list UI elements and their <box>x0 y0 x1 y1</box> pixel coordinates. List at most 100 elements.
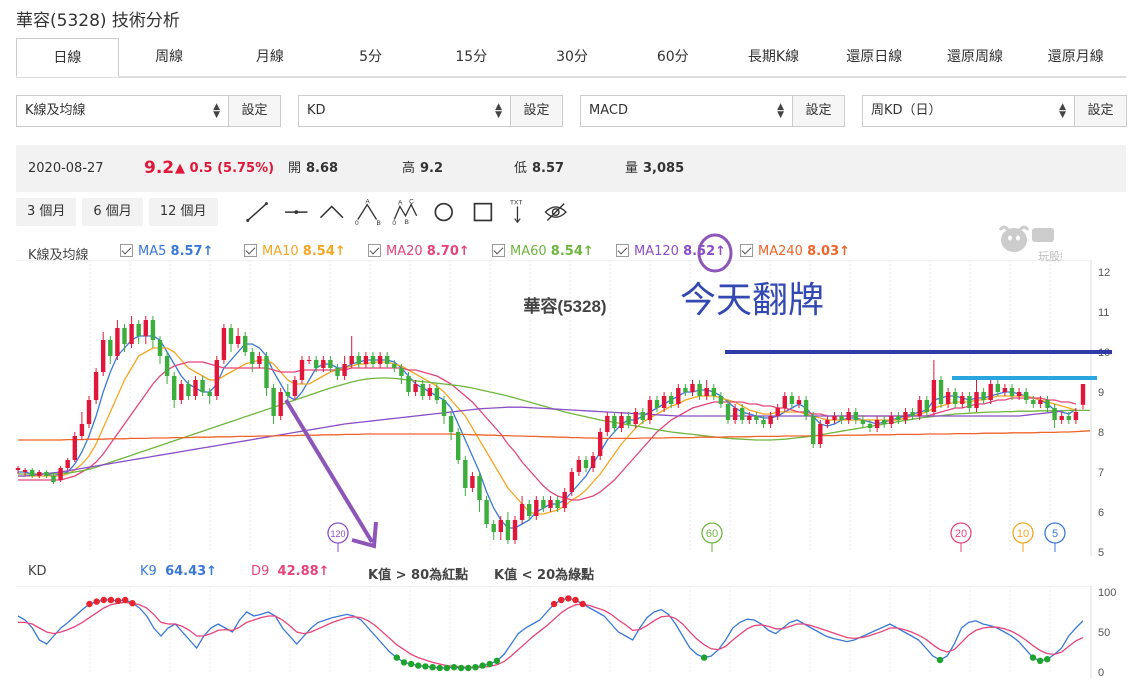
oversold-dot <box>443 664 451 672</box>
tab-9[interactable]: 還原周線 <box>924 38 1026 77</box>
indicator-select[interactable]: KD ▲ ▼ <box>298 95 510 127</box>
settings-button[interactable]: 設定 <box>1074 95 1127 127</box>
triangle-abc-tool-icon[interactable]: A 0 B <box>354 199 382 227</box>
candle <box>257 352 262 368</box>
oversold-dot <box>450 664 458 671</box>
tab-2[interactable]: 月線 <box>219 38 321 77</box>
svg-text:10: 10 <box>1017 528 1029 540</box>
oversold-dot <box>393 654 401 661</box>
volume-value: 3,085 <box>643 161 685 176</box>
period-tabs: 日線 周線 月線 5分 15分 30分 60分 長期K線 還原日線 還原周線 還原月線 <box>16 38 1127 78</box>
pattern-abcd-tool-icon[interactable]: A C 0 B <box>391 199 419 227</box>
select-caret-icon: ▲ ▼ <box>777 102 784 120</box>
tab-5[interactable]: 30分 <box>521 38 623 77</box>
settings-button[interactable]: 設定 <box>792 95 845 127</box>
tab-7[interactable]: 長期K線 <box>723 38 824 77</box>
annotation-text: 今天翻牌 <box>680 279 824 320</box>
range-buttons: 3 個月 6 個月 12 個月 <box>16 198 218 226</box>
y-tick-label: 8 <box>1098 427 1104 439</box>
candle <box>292 376 298 400</box>
tab-0[interactable]: 日線 <box>16 38 119 77</box>
tab-1[interactable]: 周線 <box>118 38 220 77</box>
kd-y-tick-label: 0 <box>1098 667 1104 679</box>
candle <box>952 388 958 408</box>
checkbox-icon[interactable] <box>368 244 381 257</box>
ma10-legend[interactable]: MA10 8.54↑ <box>244 244 346 259</box>
ma-cross-marker[interactable]: 20 <box>950 522 972 552</box>
checkbox-icon[interactable] <box>244 244 257 257</box>
hide-eye-icon[interactable] <box>543 199 569 225</box>
d9-line <box>18 601 1084 668</box>
candle <box>306 356 312 364</box>
candle <box>370 352 376 368</box>
ma-cross-marker[interactable]: 60 <box>701 522 723 552</box>
candle <box>562 488 567 512</box>
candle <box>228 324 234 352</box>
line-tool-icon[interactable] <box>244 199 270 225</box>
oversold-dot <box>429 664 436 671</box>
candle <box>72 432 78 462</box>
text-tool-icon[interactable]: TXT <box>505 199 531 225</box>
range-button-0[interactable]: 3 個月 <box>16 198 77 226</box>
up-triangle-icon: ▲ <box>175 161 190 176</box>
ma-cross-marker[interactable]: 120 <box>327 522 349 552</box>
svg-text:B: B <box>377 220 381 227</box>
horizontal-line-tool-icon[interactable] <box>283 199 309 225</box>
range-button-1[interactable]: 6 個月 <box>82 198 143 226</box>
quote-price: 9.2 <box>144 158 175 178</box>
tab-6[interactable]: 60分 <box>622 38 724 77</box>
tab-4[interactable]: 15分 <box>420 38 522 77</box>
candle <box>377 352 383 368</box>
candle <box>1023 388 1029 404</box>
candle <box>235 328 241 348</box>
checkbox-icon[interactable] <box>120 244 133 257</box>
candle <box>44 470 49 478</box>
candle <box>1080 384 1086 410</box>
circle-tool-icon[interactable] <box>431 199 457 225</box>
candle <box>363 352 369 368</box>
select-caret-icon: ▲ ▼ <box>495 102 502 120</box>
page-title: 華容(5328) 技術分析 <box>16 11 180 31</box>
indicator-select[interactable]: MACD ▲ ▼ <box>580 95 792 127</box>
candle <box>754 412 759 424</box>
tab-8[interactable]: 還原日線 <box>823 38 925 77</box>
checkbox-icon[interactable] <box>740 244 753 257</box>
polyline-tool-icon[interactable] <box>319 199 345 225</box>
rectangle-tool-icon[interactable] <box>470 199 496 225</box>
checkbox-icon[interactable] <box>492 244 505 257</box>
candle <box>100 332 106 376</box>
y-tick-label: 12 <box>1098 267 1110 279</box>
quote-bar: 2020-08-27 9.2 ▲ 0.5 (5.75%) 開 8.68 高 9.… <box>16 145 1126 192</box>
quote-date: 2020-08-27 <box>28 161 104 176</box>
candle <box>86 396 92 428</box>
candlestick-chart[interactable]: 12111098765 華容(5328) 今天翻牌 1206020105 <box>0 260 1136 560</box>
ma-cross-marker[interactable]: 10 <box>1012 522 1034 552</box>
ma5-legend[interactable]: MA5 8.57↑ <box>120 244 214 259</box>
candle <box>576 456 582 476</box>
oversold-dot <box>700 654 708 661</box>
overbought-dot <box>114 597 122 604</box>
candle <box>789 392 795 408</box>
ma60-legend[interactable]: MA60 8.54↑ <box>492 244 594 259</box>
indicator-select[interactable]: 周KD（日） ▲ ▼ <box>862 95 1074 127</box>
ma-cross-marker[interactable]: 5 <box>1044 522 1066 552</box>
candle <box>278 388 283 420</box>
ma20-legend[interactable]: MA20 8.70↑ <box>368 244 470 259</box>
settings-button[interactable]: 設定 <box>228 95 281 127</box>
range-button-2[interactable]: 12 個月 <box>148 198 218 226</box>
settings-button[interactable]: 設定 <box>510 95 563 127</box>
tab-10[interactable]: 還原月線 <box>1025 38 1127 77</box>
indicator-select[interactable]: K線及均線 ▲ ▼ <box>16 95 228 127</box>
candle <box>839 412 844 424</box>
candle <box>612 412 617 432</box>
candle <box>583 456 589 472</box>
candle <box>974 380 979 412</box>
kd-chart[interactable]: 100 50 0 <box>0 586 1136 684</box>
svg-text:0: 0 <box>392 220 396 227</box>
candle <box>938 376 944 408</box>
select-value: KD <box>307 103 326 118</box>
ma240-legend[interactable]: MA240 8.03↑ <box>740 244 850 259</box>
candle <box>548 496 553 512</box>
checkbox-icon[interactable] <box>616 244 629 257</box>
tab-3[interactable]: 5分 <box>320 38 421 77</box>
